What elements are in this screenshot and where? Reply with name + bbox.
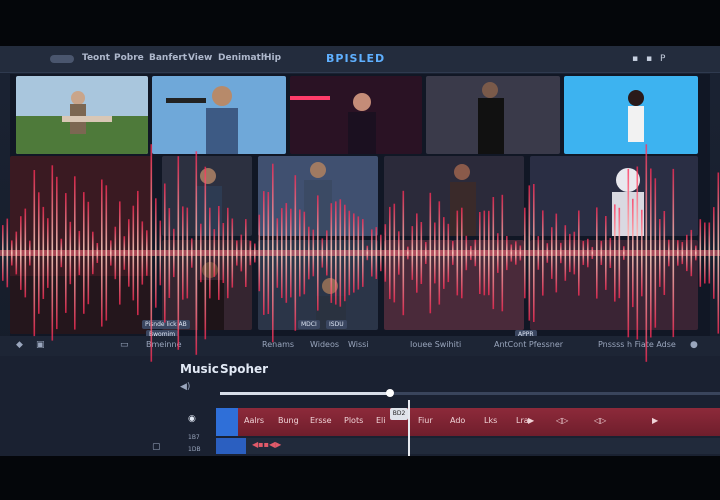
tab-iouee-swihiti[interactable]: Iouee Swihiti [410,340,461,349]
mini-waveform-icon: ◀▪▪◀▶ [252,440,282,449]
media-thumb-dark-right[interactable] [530,240,698,330]
app-title: BPISLED [326,52,386,65]
monitor-bezel-top [0,0,720,46]
settings-icon[interactable]: ● [690,340,698,350]
track-marker-icon-2: ◁▷ [594,416,607,425]
library-tab-bar: ◆ ▣ ▭ Bmeinne Renams Wideos Wissi Iouee … [0,336,720,356]
clip-label-4: ISDU [326,320,347,329]
row-label-bottom: 1DB [188,446,201,453]
menu-item-banfert[interactable]: Banfert [149,53,187,63]
play-marker-icon[interactable]: ▶ [528,416,534,425]
track-marker-icon-3: ▶ [652,416,659,425]
timeline-title-spoher: Spoher [220,362,269,376]
media-grid-panel: Pisnde lick AB Bwomim MDCI ISDU APPR [10,74,710,339]
media-thumb-rapper[interactable] [258,240,378,330]
pin-icon[interactable]: P [660,54,665,64]
media-thumb-singer-mic[interactable] [152,76,286,154]
media-thumb-stage-man[interactable] [258,156,378,236]
monitor-icon[interactable]: ▭ [120,340,129,350]
media-thumb-dark-left[interactable] [10,156,152,334]
clip-name-5[interactable]: Eli [376,416,386,425]
selected-clip[interactable] [216,408,238,436]
clip-name-7[interactable]: Ado [450,416,465,425]
track-marker-icon-1: ◁▷ [556,416,569,425]
editor-window: Teont Pobre Banfert View Denimath Hip BP… [0,46,720,456]
timeline-title-music: Music [180,362,219,376]
clip-label-1: Pisnde lick AB [142,320,190,329]
clip-name-8[interactable]: Lks [484,416,497,425]
media-thumb-woman-red[interactable] [384,156,524,236]
clip-name-4[interactable]: Plots [344,416,363,425]
video-clip-thumb[interactable] [216,438,246,454]
menu-handle-icon[interactable] [50,55,74,63]
row-label-top: 1B7 [188,434,200,441]
menu-item-hip[interactable]: Hip [264,53,281,63]
clip-name-3[interactable]: Ersse [310,416,332,425]
media-thumb-pink-light[interactable] [384,240,524,330]
maximize-icon[interactable]: ▪ [646,54,652,64]
menu-item-denimath[interactable]: Denimath [218,53,267,63]
tab-antcont-pfessner[interactable]: AntCont Pfessner [494,340,563,349]
media-thumb-performer-lights[interactable] [426,76,560,154]
monitor-bezel-bottom [0,456,720,500]
volume-icon[interactable]: ◀) [180,382,190,392]
minimize-icon[interactable]: ▪ [632,54,638,64]
clip-label-3: MDCI [298,320,320,329]
media-thumb-bar-crowd[interactable] [162,240,252,330]
playhead-timecode: BD2 [390,408,408,420]
clip-name-1[interactable]: Aalrs [244,416,264,425]
menu-item-teont[interactable]: Teont [82,53,110,63]
playhead[interactable] [408,400,410,456]
tab-pnssss-fiate[interactable]: Pnssss h Fiate Adse [598,340,676,349]
clip-name-6[interactable]: Fiur [418,416,433,425]
tab-wideos[interactable]: Wideos [310,340,339,349]
scrubber-handle[interactable] [386,389,394,397]
media-thumb-guitar[interactable] [16,76,148,154]
tab-bmeinne[interactable]: Bmeinne [146,340,182,349]
media-thumb-stage-singer[interactable] [290,76,422,154]
media-thumb-guitarist-night[interactable] [162,156,252,236]
clip-name-9[interactable]: Lra [516,416,529,425]
tab-wissi[interactable]: Wissi [348,340,369,349]
media-thumb-hoodie[interactable] [530,156,698,236]
menu-item-view[interactable]: View [188,53,212,63]
link-icon[interactable]: ◆ [16,340,23,350]
menu-item-pobre[interactable]: Pobre [114,53,144,63]
timeline-scrubber[interactable] [220,389,720,397]
timeline-panel: Music Spoher ◀) ◉ ▢ 1B7 1DB Aalrs Bung E… [0,356,720,456]
record-icon[interactable]: ◉ [188,414,196,424]
video-track[interactable] [216,438,720,454]
grid-icon[interactable]: ▣ [36,340,45,350]
clip-name-2[interactable]: Bung [278,416,299,425]
media-thumb-dancer[interactable] [564,76,698,154]
tab-renams[interactable]: Renams [262,340,294,349]
scrubber-progress [220,392,390,395]
menu-bar: Teont Pobre Banfert View Denimath Hip BP… [0,46,720,73]
lock-icon[interactable]: ▢ [152,442,161,452]
